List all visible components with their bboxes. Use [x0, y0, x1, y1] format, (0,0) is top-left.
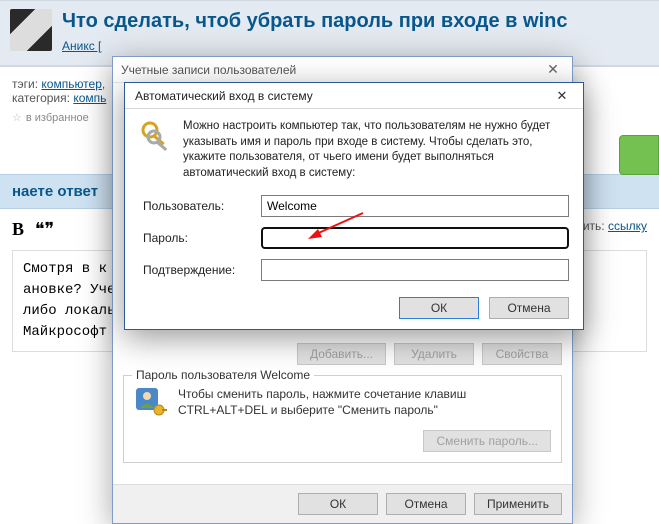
user-list-buttons: Добавить... Удалить Свойства: [123, 343, 562, 365]
password-label: Пароль:: [143, 231, 261, 245]
password-input[interactable]: [261, 227, 569, 249]
outer-ok-button[interactable]: ОК: [298, 493, 378, 515]
inner-title: Автоматический вход в систему: [135, 89, 313, 103]
keys-icon: [139, 119, 173, 153]
confirm-label: Подтверждение:: [143, 263, 261, 277]
auto-login-dialog: Автоматический вход в систему ✕ Можно на…: [124, 82, 584, 330]
outer-titlebar: Учетные записи пользователей ✕: [113, 57, 572, 83]
group-title: Пароль пользователя Welcome: [132, 368, 314, 382]
outer-apply-button[interactable]: Применить: [474, 493, 562, 515]
close-icon[interactable]: ✕: [545, 85, 579, 107]
user-input[interactable]: [261, 195, 569, 217]
outer-title: Учетные записи пользователей: [121, 63, 296, 77]
green-side-button[interactable]: [619, 135, 659, 175]
group-text: Чтобы сменить пароль, нажмите сочетание …: [178, 386, 551, 418]
tag-link[interactable]: компьютер: [41, 77, 102, 91]
password-group: Пароль пользователя Welcome Чтобы сменит…: [123, 375, 562, 463]
category-label: категория:: [12, 91, 70, 105]
inner-footer: ОК Отмена: [125, 291, 583, 331]
intro-text: Можно настроить компьютер так, что польз…: [183, 119, 569, 181]
close-icon[interactable]: ✕: [540, 60, 566, 80]
quote-button[interactable]: ❝❞: [35, 219, 54, 239]
inner-cancel-button[interactable]: Отмена: [489, 297, 569, 319]
tags-label: тэги:: [12, 77, 38, 91]
author-link[interactable]: Аникс [: [62, 39, 101, 53]
change-password-button[interactable]: Сменить пароль...: [423, 430, 551, 452]
remove-button[interactable]: Удалить: [394, 343, 474, 365]
login-form: Пользователь: Пароль: Подтверждение:: [143, 195, 569, 281]
user-label: Пользователь:: [143, 199, 261, 213]
inner-titlebar: Автоматический вход в систему ✕: [125, 83, 583, 109]
confirm-input[interactable]: [261, 259, 569, 281]
favorite-label: в избранное: [26, 112, 89, 124]
question-title: Что сделать, чтоб убрать пароль при вход…: [62, 9, 649, 33]
properties-button[interactable]: Свойства: [482, 343, 562, 365]
outer-cancel-button[interactable]: Отмена: [386, 493, 466, 515]
add-link-link[interactable]: ссылку: [608, 219, 647, 233]
add-button[interactable]: Добавить...: [297, 343, 386, 365]
bold-button[interactable]: B: [12, 219, 24, 239]
user-key-icon: [134, 386, 168, 420]
outer-footer: ОК Отмена Применить: [113, 484, 572, 523]
category-link[interactable]: компь: [73, 91, 106, 105]
inner-ok-button[interactable]: ОК: [399, 297, 479, 319]
star-icon: ☆: [12, 112, 22, 124]
avatar: [10, 9, 52, 51]
